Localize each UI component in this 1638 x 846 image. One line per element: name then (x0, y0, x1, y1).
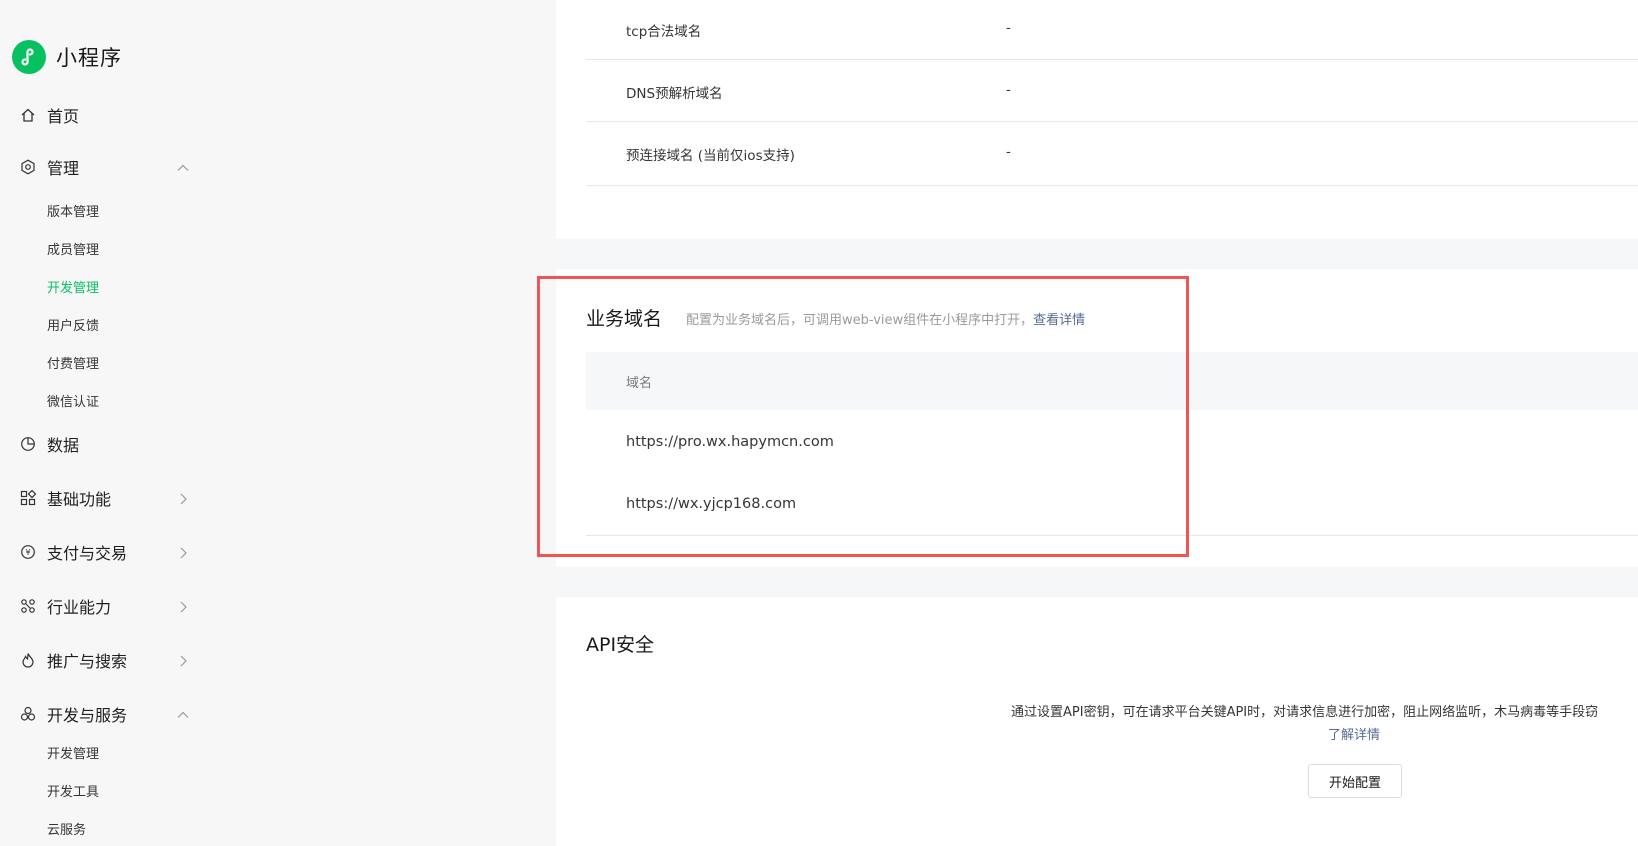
row-key: DNS预解析域名 (626, 86, 723, 102)
domain-table-header: 域名 (586, 352, 1638, 410)
chevron-right-icon (176, 653, 190, 667)
domain-row: https://wx.yjcp168.com (626, 496, 797, 512)
svg-text:¥: ¥ (25, 548, 30, 557)
sidebar-item-user-feedback[interactable]: 用户反馈 (47, 317, 99, 337)
yen-coin-icon: ¥ (20, 544, 36, 560)
nav-home-label: 首页 (47, 107, 80, 126)
row-value: - (1006, 82, 1011, 98)
nav-basic-features[interactable]: 基础功能 (20, 483, 190, 513)
cluster-icon (20, 706, 36, 722)
home-icon (20, 107, 36, 123)
chevron-up-icon (176, 160, 190, 174)
row-value: - (1006, 20, 1011, 36)
nav-data[interactable]: 数据 (20, 429, 190, 459)
nav-home[interactable]: 首页 (20, 100, 190, 130)
api-security-desc: 通过设置API密钥，可在请求平台关键API时，对请求信息进行加密，阻止网络监听，… (1011, 705, 1599, 720)
view-details-link[interactable]: 查看详情 (1033, 313, 1085, 328)
server-domain-card: tcp合法域名 - DNS预解析域名 - 预连接域名 (当前仅ios支持) - (556, 0, 1638, 239)
chevron-right-icon (176, 545, 190, 559)
nav-manage-label: 管理 (47, 159, 80, 178)
sidebar-item-version-manage[interactable]: 版本管理 (47, 203, 99, 223)
business-domain-desc: 配置为业务域名后，可调用web-view组件在小程序中打开，查看详情 (686, 309, 1085, 328)
nav-promo-label: 推广与搜索 (47, 652, 128, 671)
nav-manage[interactable]: 管理 (20, 152, 190, 182)
chevron-right-icon (176, 491, 190, 505)
sidebar-item-dev-manage-2[interactable]: 开发管理 (47, 745, 99, 765)
row-key: tcp合法域名 (626, 24, 702, 40)
nav-promo-search[interactable]: 推广与搜索 (20, 645, 190, 675)
sidebar-item-dev-manage[interactable]: 开发管理 (47, 279, 99, 299)
row-value: - (1006, 144, 1011, 160)
nav-dev-service[interactable]: 开发与服务 (20, 699, 190, 729)
learn-more-link[interactable]: 了解详情 (1328, 724, 1380, 743)
sidebar-item-payment-manage[interactable]: 付费管理 (47, 355, 99, 375)
settings-hexagon-icon (20, 159, 36, 175)
flame-icon (20, 652, 36, 668)
start-config-button[interactable]: 开始配置 (1308, 764, 1402, 798)
app-title: 小程序 (56, 46, 122, 70)
table-divider (586, 535, 1638, 536)
nav-industry-label: 行业能力 (47, 598, 112, 617)
table-row: tcp合法域名 - (586, 0, 1638, 60)
sidebar-item-dev-tools[interactable]: 开发工具 (47, 783, 99, 803)
nav-dev-label: 开发与服务 (47, 706, 128, 725)
business-domain-title: 业务域名 (586, 308, 663, 330)
nav-payment-trade[interactable]: ¥ 支付与交易 (20, 537, 190, 567)
sidebar-item-wechat-verify[interactable]: 微信认证 (47, 393, 99, 413)
api-security-card: API安全 通过设置API密钥，可在请求平台关键API时，对请求信息进行加密，阻… (556, 597, 1638, 846)
nav-basic-label: 基础功能 (47, 490, 112, 509)
business-domain-desc-text: 配置为业务域名后，可调用web-view组件在小程序中打开， (686, 313, 1034, 328)
main-content: tcp合法域名 - DNS预解析域名 - 预连接域名 (当前仅ios支持) - … (556, 0, 1638, 846)
app-logo[interactable]: 小程序 (12, 40, 122, 74)
domain-row: https://pro.wx.hapymcn.com (626, 434, 834, 450)
row-key: 预连接域名 (当前仅ios支持) (626, 148, 795, 164)
sidebar-item-cloud-service[interactable]: 云服务 (47, 821, 86, 841)
table-row: 预连接域名 (当前仅ios支持) - (586, 122, 1638, 186)
domain-column-header: 域名 (626, 376, 653, 391)
sidebar-item-member-manage[interactable]: 成员管理 (47, 241, 99, 261)
sidebar: 小程序 首页 管理 版本管理 成员管理 开发管理 用户反馈 付费管理 微信认证 … (0, 0, 556, 846)
grid-apps-icon (20, 490, 36, 506)
nav-pay-label: 支付与交易 (47, 544, 128, 563)
table-row: DNS预解析域名 - (586, 60, 1638, 122)
mini-program-logo-icon (12, 40, 46, 74)
industry-nodes-icon (20, 598, 36, 614)
api-security-title: API安全 (586, 634, 655, 656)
nav-data-label: 数据 (47, 436, 80, 455)
chevron-up-icon (176, 707, 190, 721)
business-domain-card: 业务域名 配置为业务域名后，可调用web-view组件在小程序中打开，查看详情 … (556, 269, 1638, 567)
chevron-right-icon (176, 599, 190, 613)
pie-chart-icon (20, 436, 36, 452)
nav-industry-ability[interactable]: 行业能力 (20, 591, 190, 621)
